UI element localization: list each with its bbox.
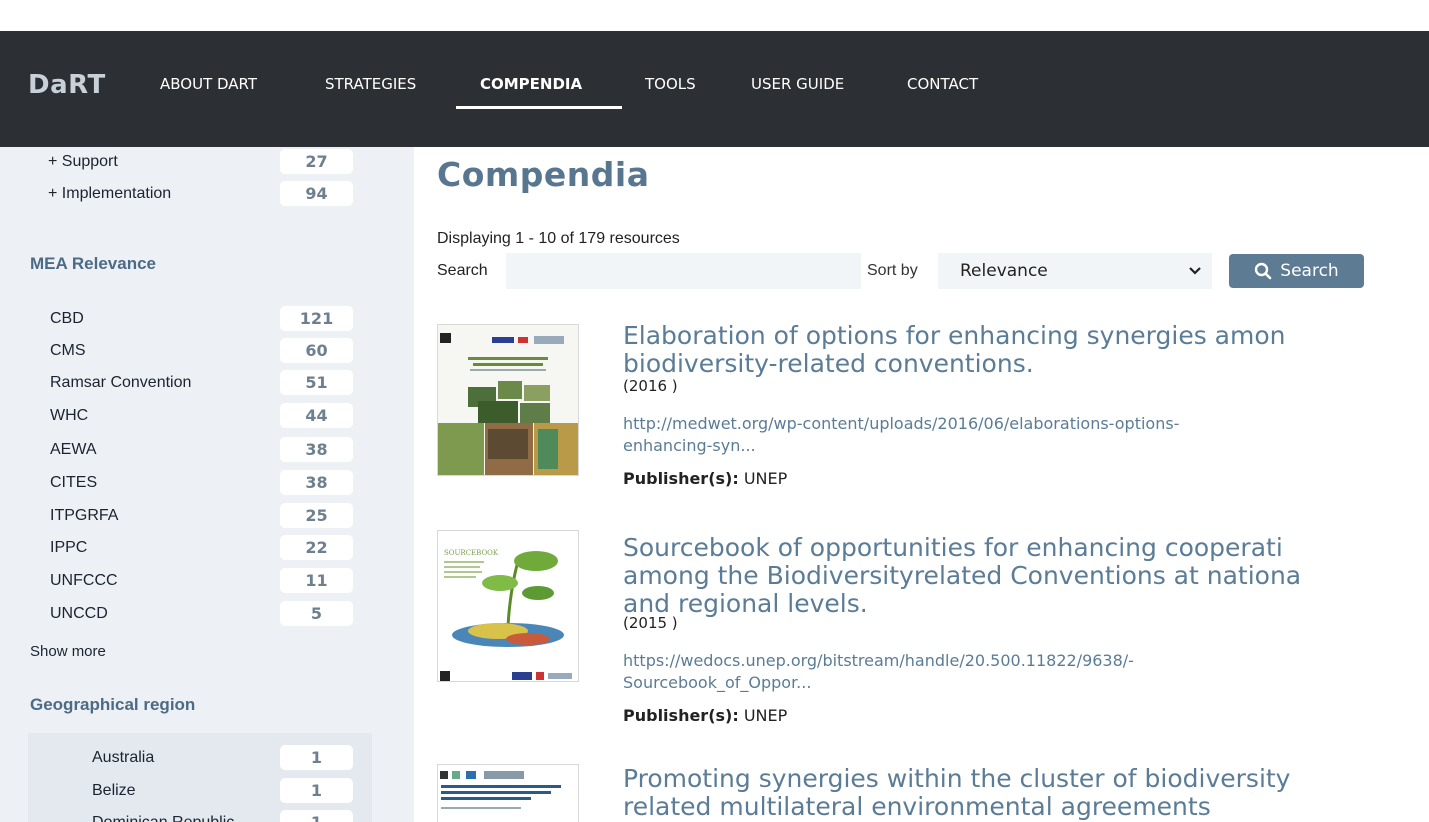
show-more-link[interactable]: Show more: [30, 643, 106, 660]
nav-compendia[interactable]: COMPENDIA: [480, 75, 582, 93]
publisher-label: Publisher(s):: [623, 469, 739, 488]
title-line: and regional levels.: [623, 589, 868, 618]
result-title-link[interactable]: Sourcebook of opportunities for enhancin…: [623, 534, 1301, 618]
search-icon: [1255, 262, 1272, 280]
filter-item[interactable]: UNCCD 5: [0, 601, 414, 627]
result-title-link[interactable]: Elaboration of options for enhancing syn…: [623, 322, 1286, 378]
page-title: Compendia: [437, 155, 650, 194]
result-year: (2016 ): [623, 377, 678, 395]
filter-count: 22: [280, 535, 353, 560]
filter-label: WHC: [50, 407, 89, 424]
filter-count: 5: [280, 601, 353, 626]
result-thumbnail[interactable]: [437, 324, 579, 476]
filter-item[interactable]: CMS 60: [0, 338, 414, 364]
publisher-value: UNEP: [743, 469, 788, 488]
result-title-link[interactable]: Promoting synergies within the cluster o…: [623, 765, 1290, 821]
title-line: Elaboration of options for enhancing syn…: [623, 321, 1286, 350]
result-year: (2015 ): [623, 614, 678, 632]
filter-count: 38: [280, 470, 353, 495]
nav-contact[interactable]: CONTACT: [907, 75, 978, 93]
filter-count: 60: [280, 338, 353, 363]
result-url-link[interactable]: http://medwet.org/wp-content/uploads/201…: [623, 413, 1423, 457]
publisher-label: Publisher(s):: [623, 706, 739, 725]
geographical-region-heading: Geographical region: [30, 695, 196, 714]
filter-count: 27: [280, 149, 353, 174]
filter-item[interactable]: Ramsar Convention 51: [0, 370, 414, 396]
filter-label: UNFCCC: [50, 572, 118, 589]
filter-label: CBD: [50, 310, 84, 327]
result-thumbnail[interactable]: [437, 764, 579, 822]
filter-count: 1: [280, 810, 353, 822]
filter-count: 44: [280, 403, 353, 428]
publisher-value: UNEP: [743, 706, 788, 725]
filter-support[interactable]: + Support 27: [0, 149, 414, 175]
url-line: https://wedocs.unep.org/bitstream/handle…: [623, 651, 1134, 670]
mea-relevance-heading: MEA Relevance: [30, 254, 156, 273]
filter-label: + Implementation: [48, 185, 172, 202]
filter-label: IPPC: [50, 539, 88, 556]
filter-count: 38: [280, 437, 353, 462]
sort-label: Sort by: [867, 262, 918, 279]
result-publisher: Publisher(s): UNEP: [623, 706, 787, 725]
search-button-label: Search: [1280, 261, 1339, 281]
title-line: Sourcebook of opportunities for enhancin…: [623, 533, 1283, 562]
url-line: Sourcebook_of_Oppor...: [623, 673, 812, 692]
filter-implementation[interactable]: + Implementation 94: [0, 181, 414, 207]
active-tab-underline: [456, 106, 622, 109]
brand-logo[interactable]: DaRT: [28, 70, 106, 100]
filter-label: + Support: [48, 153, 118, 170]
filter-label: Ramsar Convention: [50, 374, 192, 391]
search-button[interactable]: Search: [1229, 254, 1364, 288]
chevron-down-icon: [1188, 259, 1202, 286]
filter-item[interactable]: Belize 1: [0, 778, 414, 804]
title-line: Promoting synergies within the cluster o…: [623, 764, 1291, 793]
filter-label: Australia: [92, 749, 155, 766]
result-publisher: Publisher(s): UNEP: [623, 469, 787, 488]
filter-count: 51: [280, 370, 353, 395]
filter-label: Belize: [92, 782, 136, 799]
nav-user-guide[interactable]: USER GUIDE: [751, 75, 844, 93]
filter-label: Dominican Republic: [92, 814, 234, 822]
filter-label: CMS: [50, 342, 86, 359]
results-count: Displaying 1 - 10 of 179 resources: [437, 230, 680, 247]
nav-tools[interactable]: TOOLS: [645, 75, 696, 93]
url-line: http://medwet.org/wp-content/uploads/201…: [623, 414, 1180, 433]
nav-about-dart[interactable]: ABOUT DART: [160, 75, 257, 93]
filter-item[interactable]: Australia 1: [0, 745, 414, 771]
filter-item[interactable]: IPPC 22: [0, 535, 414, 561]
filter-label: ITPGRFA: [50, 507, 119, 524]
result-url-link[interactable]: https://wedocs.unep.org/bitstream/handle…: [623, 650, 1423, 694]
filter-count: 1: [280, 745, 353, 770]
thumbnail-text: SOURCEBOOK: [444, 549, 499, 557]
filter-count: 25: [280, 503, 353, 528]
title-line: among the Biodiversityrelated Convention…: [623, 561, 1302, 590]
filter-item[interactable]: ITPGRFA 25: [0, 503, 414, 529]
filter-count: 94: [280, 181, 353, 206]
filter-item[interactable]: Dominican Republic 1: [0, 810, 414, 822]
filter-label: AEWA: [50, 441, 97, 458]
top-navbar: DaRT ABOUT DART STRATEGIES COMPENDIA TOO…: [0, 31, 1429, 147]
filter-label: UNCCD: [50, 605, 108, 622]
result-thumbnail[interactable]: SOURCEBOOK: [437, 530, 579, 682]
nav-strategies[interactable]: STRATEGIES: [325, 75, 416, 93]
search-input[interactable]: [506, 253, 861, 289]
filter-count: 121: [280, 306, 353, 331]
title-line: biodiversity-related conventions.: [623, 349, 1034, 378]
sort-select[interactable]: Relevance: [938, 253, 1212, 289]
filter-count: 11: [280, 568, 353, 593]
search-label: Search: [437, 262, 488, 279]
sort-selected-value: Relevance: [960, 261, 1048, 281]
filter-count: 1: [280, 778, 353, 803]
filter-label: CITES: [50, 474, 98, 491]
filter-item[interactable]: UNFCCC 11: [0, 568, 414, 594]
filter-item[interactable]: CBD 121: [0, 306, 414, 332]
url-line: enhancing-syn...: [623, 436, 756, 455]
title-line: related multilateral environmental agree…: [623, 792, 1211, 821]
filter-item[interactable]: WHC 44: [0, 403, 414, 429]
filter-item[interactable]: CITES 38: [0, 470, 414, 496]
filter-item[interactable]: AEWA 38: [0, 437, 414, 463]
